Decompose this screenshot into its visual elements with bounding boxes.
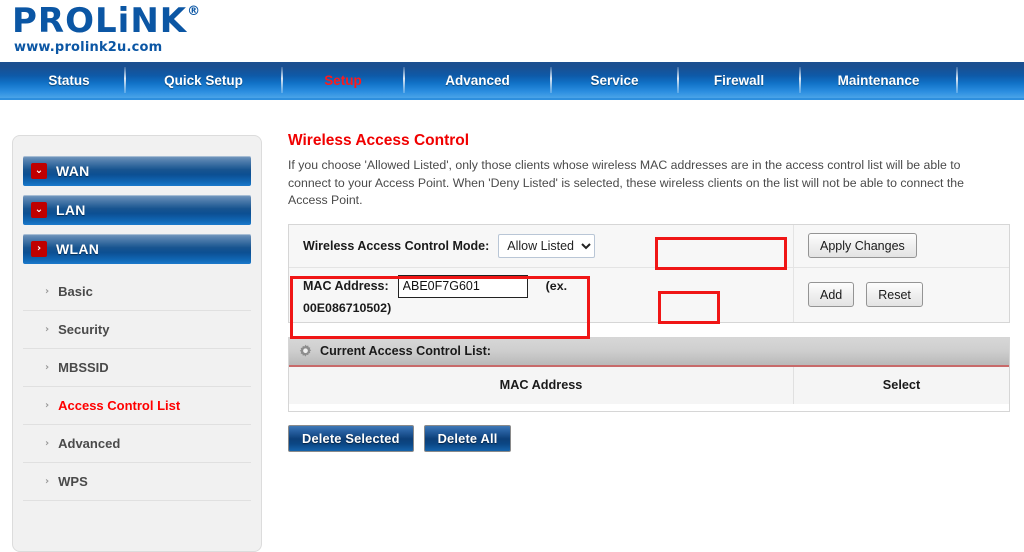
nav-label-quick-setup: Quick Setup <box>164 72 243 88</box>
chevron-right-icon: › <box>45 476 50 487</box>
mode-label: Wireless Access Control Mode: <box>303 238 490 253</box>
nav-left-pad <box>0 62 14 98</box>
mode-row-right-cell: Apply Changes <box>794 224 1009 267</box>
mac-address-row: MAC Address: (ex. 00E086710502) Add Rese… <box>289 267 1009 322</box>
mac-hint-part1: (ex. <box>545 279 568 293</box>
nav-label-setup: Setup <box>324 72 362 88</box>
page-description: If you choose 'Allowed Listed', only tho… <box>288 158 964 207</box>
nav-item-service[interactable]: Service <box>552 62 677 98</box>
nav-item-status[interactable]: Status <box>14 62 124 98</box>
nav-label-maintenance: Maintenance <box>837 72 920 88</box>
acl-table-header-row: MAC Address Select <box>289 366 1009 404</box>
column-header-mac-address: MAC Address <box>289 366 794 404</box>
nav-label-status: Status <box>48 72 90 88</box>
sidebar-group-label-lan: LAN <box>56 202 86 218</box>
delete-selected-button[interactable]: Delete Selected <box>288 424 414 452</box>
sidebar-group-label-wlan: WLAN <box>56 241 100 257</box>
chevron-down-icon: ⌄ <box>31 163 47 179</box>
sidebar-item-access-control-list[interactable]: › Access Control List <box>23 387 251 425</box>
acl-table-empty-body <box>289 403 1009 411</box>
nav-item-advanced[interactable]: Advanced <box>405 62 550 98</box>
access-control-form-panel: Wireless Access Control Mode: Allow List… <box>288 223 1010 323</box>
brand-url: www.prolink2u.com <box>14 40 163 55</box>
sidebar-item-basic[interactable]: › Basic <box>23 273 251 311</box>
sidebar-group-wlan[interactable]: › WLAN <box>23 234 251 264</box>
sidebar-item-advanced[interactable]: › Advanced <box>23 425 251 463</box>
brand-header: PROLiNK® www.prolink2u.com <box>0 0 1024 62</box>
sidebar-item-label-wps: WPS <box>58 474 88 489</box>
page-title: Wireless Access Control <box>288 132 470 149</box>
mac-address-label: MAC Address: <box>303 279 389 293</box>
add-button[interactable]: Add <box>808 282 855 307</box>
sidebar-group-label-wan: WAN <box>56 163 90 179</box>
sidebar-item-mbssid[interactable]: › MBSSID <box>23 349 251 387</box>
chevron-right-icon: › <box>45 324 50 335</box>
mac-row-right-cell: Add Reset <box>794 267 1009 322</box>
chevron-right-icon: › <box>31 241 47 257</box>
column-header-select: Select <box>882 378 921 392</box>
sidebar-item-label-advanced: Advanced <box>58 436 121 451</box>
nav-label-advanced: Advanced <box>445 72 510 88</box>
sidebar: ⌄ WAN ⌄ LAN › WLAN › Basic › Security › … <box>12 135 262 552</box>
main-content: Wireless Access Control If you choose 'A… <box>288 132 1010 452</box>
current-list-header: Current Access Control List: <box>289 337 1009 367</box>
prolink-logo: PROLiNK® <box>12 2 201 40</box>
main-navigation: Status Quick Setup Setup Advanced Servic… <box>0 62 1024 100</box>
mac-address-input[interactable] <box>397 274 528 298</box>
chevron-down-icon: ⌄ <box>31 202 47 218</box>
sidebar-group-wan[interactable]: ⌄ WAN <box>23 156 251 186</box>
sidebar-group-lan[interactable]: ⌄ LAN <box>23 195 251 225</box>
reset-button[interactable]: Reset <box>866 282 923 307</box>
current-list-header-label: Current Access Control List: <box>320 344 491 358</box>
sidebar-item-label-security: Security <box>58 322 110 337</box>
sidebar-item-label-mbssid: MBSSID <box>58 360 109 375</box>
chevron-right-icon: › <box>45 400 50 411</box>
nav-item-maintenance[interactable]: Maintenance <box>801 62 956 98</box>
mode-row-left-cell: Wireless Access Control Mode: Allow List… <box>289 224 794 267</box>
chevron-right-icon: › <box>45 438 50 449</box>
registered-mark: ® <box>187 4 202 19</box>
access-control-mode-select[interactable]: Allow Listed Deny Listed <box>498 233 596 258</box>
chevron-right-icon: › <box>45 362 50 373</box>
sidebar-item-label-access-control-list: Access Control List <box>58 398 181 413</box>
chevron-right-icon: › <box>45 286 50 297</box>
sidebar-item-wps[interactable]: › WPS <box>23 463 251 501</box>
sidebar-item-label-basic: Basic <box>58 284 93 299</box>
nav-item-setup[interactable]: Setup <box>283 62 403 98</box>
brand-name: PROLiNK <box>12 1 188 41</box>
nav-item-quick-setup[interactable]: Quick Setup <box>126 62 281 98</box>
nav-label-firewall: Firewall <box>713 72 765 88</box>
current-access-control-list-panel: Current Access Control List: MAC Address… <box>288 336 1010 412</box>
nav-item-firewall[interactable]: Firewall <box>679 62 799 98</box>
nav-separator <box>956 67 958 93</box>
nav-label-service: Service <box>590 72 639 88</box>
mac-row-left-cell: MAC Address: (ex. 00E086710502) <box>289 267 794 322</box>
mode-row: Wireless Access Control Mode: Allow List… <box>289 224 1009 268</box>
gear-icon <box>299 344 312 357</box>
mac-hint-part2: 00E086710502) <box>303 300 392 315</box>
sidebar-item-security[interactable]: › Security <box>23 311 251 349</box>
acl-action-buttons: Delete Selected Delete All <box>288 424 1010 452</box>
apply-changes-button[interactable]: Apply Changes <box>808 233 917 258</box>
delete-all-button[interactable]: Delete All <box>423 424 512 452</box>
